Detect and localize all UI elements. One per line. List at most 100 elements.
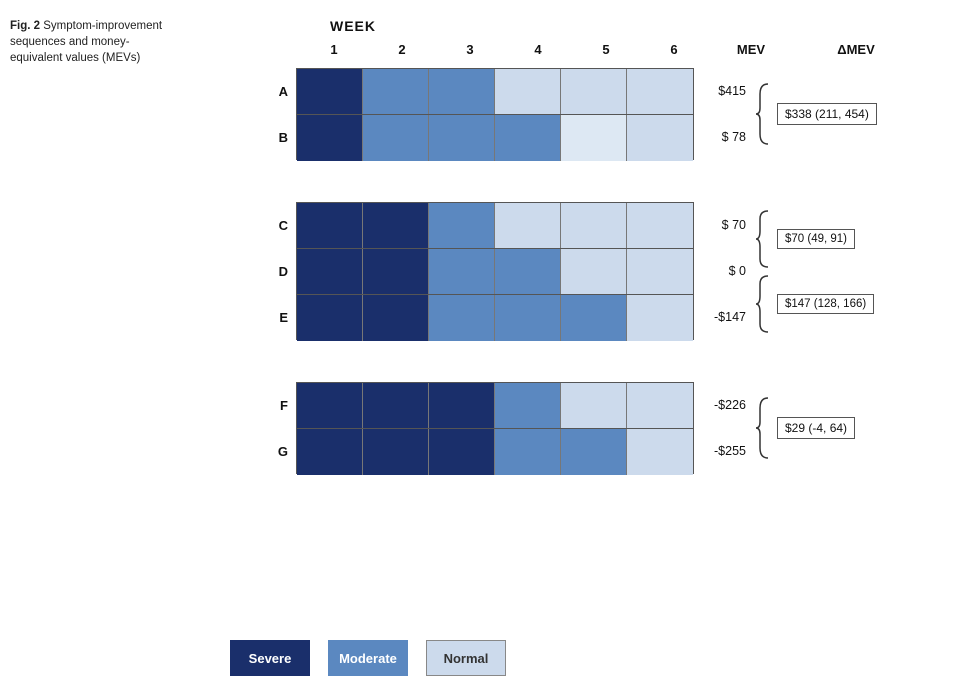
cell-F-5: [561, 383, 627, 429]
group-1-mev: $415 $ 78: [694, 68, 754, 160]
group-2-mev: $ 70 $ 0 -$147: [694, 202, 754, 340]
cell-A-4: [495, 69, 561, 115]
cell-B-5: [561, 115, 627, 161]
cell-D-2: [363, 249, 429, 295]
group-3: F G: [258, 382, 877, 474]
letter-B: B: [258, 114, 296, 160]
col-header-2: 2: [368, 42, 436, 57]
legend-severe: Severe: [230, 640, 328, 676]
letter-C: C: [258, 202, 296, 248]
legend-severe-label: Severe: [249, 651, 292, 666]
legend-moderate-box: Moderate: [328, 640, 408, 676]
group-1: A B: [258, 68, 877, 160]
brace-3: [754, 392, 772, 464]
cell-F-6: [627, 383, 693, 429]
col-headers: 1 2 3 4 5 6 MEV ΔMEV: [260, 42, 911, 57]
cell-E-6: [627, 295, 693, 341]
brace-DE: [754, 272, 772, 336]
legend-moderate: Moderate: [328, 640, 426, 676]
row-E: E: [258, 294, 694, 340]
delta-box-3: $29 (-4, 64): [777, 417, 855, 439]
cell-A-2: [363, 69, 429, 115]
fig-label: Fig. 2 Symptom-improvement sequences and…: [10, 18, 165, 66]
group-3-brace-area: $29 (-4, 64): [754, 382, 855, 474]
cell-G-6: [627, 429, 693, 475]
cell-D-6: [627, 249, 693, 295]
col-header-mev: MEV: [716, 42, 786, 57]
legend-normal-label: Normal: [444, 651, 489, 666]
row-G: G: [258, 428, 694, 474]
cell-G-3: [429, 429, 495, 475]
legend-normal: Normal: [426, 640, 524, 676]
cell-D-4: [495, 249, 561, 295]
page-container: Fig. 2 Symptom-improvement sequences and…: [0, 0, 976, 698]
row-C: C: [258, 202, 694, 248]
cell-C-5: [561, 203, 627, 249]
brace-CD-row: $70 (49, 91): [754, 206, 874, 271]
cells-A: [296, 68, 694, 114]
cell-C-1: [297, 203, 363, 249]
delta-box-1: $338 (211, 454): [777, 103, 877, 125]
cell-E-1: [297, 295, 363, 341]
cell-G-5: [561, 429, 627, 475]
mev-D: $ 0: [694, 248, 754, 294]
cells-B: [296, 114, 694, 160]
cell-G-4: [495, 429, 561, 475]
cells-F: [296, 382, 694, 428]
col-header-dmev: ΔMEV: [801, 42, 911, 57]
col-header-3: 3: [436, 42, 504, 57]
cell-E-3: [429, 295, 495, 341]
group-2-rows: C D: [258, 202, 694, 340]
legend-moderate-label: Moderate: [339, 651, 397, 666]
cell-A-6: [627, 69, 693, 115]
cell-F-2: [363, 383, 429, 429]
letter-G: G: [258, 428, 296, 474]
groups-area: A B: [258, 68, 877, 496]
brace-1: [754, 78, 772, 150]
mev-E: -$147: [694, 294, 754, 340]
cell-C-3: [429, 203, 495, 249]
fig-title: Fig. 2: [10, 20, 40, 32]
cell-B-4: [495, 115, 561, 161]
row-D: D: [258, 248, 694, 294]
row-B: B: [258, 114, 694, 160]
row-A: A: [258, 68, 694, 114]
cells-E: [296, 294, 694, 340]
legend-normal-box: Normal: [426, 640, 506, 676]
group-1-rows: A B: [258, 68, 694, 160]
cell-C-6: [627, 203, 693, 249]
cell-D-3: [429, 249, 495, 295]
letter-F: F: [258, 382, 296, 428]
brace-CD: [754, 207, 772, 271]
group-3-rows: F G: [258, 382, 694, 474]
cell-E-4: [495, 295, 561, 341]
mev-A: $415: [694, 68, 754, 114]
col-header-4: 4: [504, 42, 572, 57]
cell-F-3: [429, 383, 495, 429]
letter-E: E: [258, 294, 296, 340]
mev-B: $ 78: [694, 114, 754, 160]
group-3-mev: -$226 -$255: [694, 382, 754, 474]
cells-G: [296, 428, 694, 474]
mev-C: $ 70: [694, 202, 754, 248]
legend-severe-box: Severe: [230, 640, 310, 676]
cell-B-2: [363, 115, 429, 161]
cell-A-5: [561, 69, 627, 115]
cell-D-5: [561, 249, 627, 295]
brace-DE-row: $147 (128, 166): [754, 271, 874, 336]
cell-D-1: [297, 249, 363, 295]
col-header-6: 6: [640, 42, 708, 57]
legend: Severe Moderate Normal: [230, 640, 524, 676]
cell-F-4: [495, 383, 561, 429]
letter-A: A: [258, 68, 296, 114]
mev-G: -$255: [694, 428, 754, 474]
cell-C-2: [363, 203, 429, 249]
row-F: F: [258, 382, 694, 428]
cell-B-1: [297, 115, 363, 161]
delta-box-DE: $147 (128, 166): [777, 294, 874, 314]
week-header: WEEK: [330, 18, 376, 34]
group-2: C D: [258, 202, 877, 340]
letter-D: D: [258, 248, 296, 294]
cell-G-1: [297, 429, 363, 475]
col-header-5: 5: [572, 42, 640, 57]
